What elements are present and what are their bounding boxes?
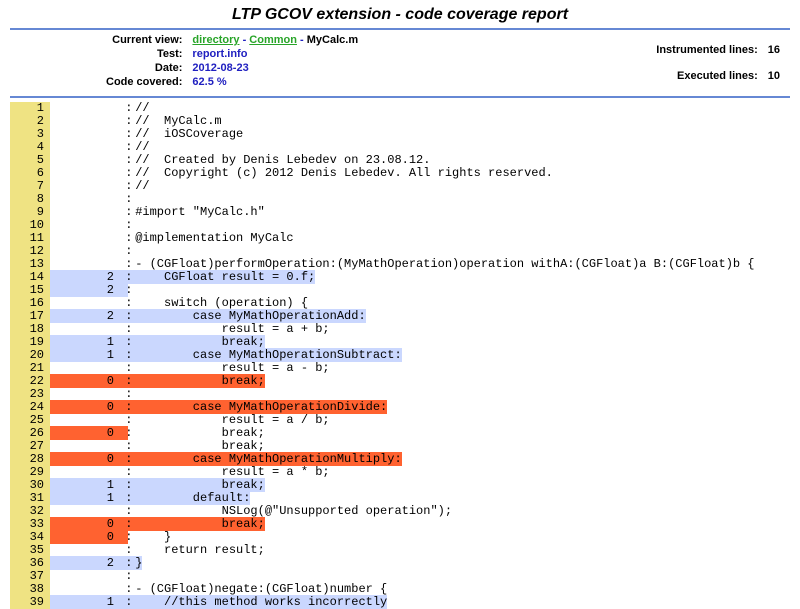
code-text xyxy=(128,244,135,258)
code-line: : // Copyright (c) 2012 Denis Lebedev. A… xyxy=(50,167,800,180)
code-text: NSLog(@"Unsupported operation"); xyxy=(128,504,452,518)
divider-bottom xyxy=(10,96,790,98)
code-text: CGFloat result = 0.f; xyxy=(128,270,315,284)
code-text: result = a + b; xyxy=(128,322,330,336)
code-text: break; xyxy=(128,439,265,453)
code-text xyxy=(128,218,135,232)
hit-count: 0 xyxy=(50,531,118,544)
hit-count: 0 xyxy=(50,453,118,466)
value-instrumented: 16 xyxy=(764,38,784,62)
label-test: Test: xyxy=(102,48,186,60)
breadcrumb-common[interactable]: Common xyxy=(249,34,297,46)
code-text: // Created by Denis Lebedev on 23.08.12. xyxy=(128,153,430,167)
header-left: Current view: directory - Common - MyCal… xyxy=(100,32,364,90)
line-number: 36 xyxy=(14,557,44,570)
value-test: report.info xyxy=(188,48,362,60)
code-line: : // xyxy=(50,180,800,193)
code-text: - (CGFloat)performOperation:(MyMathOpera… xyxy=(128,257,755,271)
code-line: : return result; xyxy=(50,544,800,557)
code-text: break; xyxy=(128,374,265,388)
code-text: result = a * b; xyxy=(128,465,330,479)
code-text xyxy=(128,283,135,297)
label-executed: Executed lines: xyxy=(652,64,761,88)
code-text: // xyxy=(128,101,150,115)
line-number: 39 xyxy=(14,596,44,609)
label-instrumented: Instrumented lines: xyxy=(652,38,761,62)
code-text xyxy=(128,192,135,206)
code-text: } xyxy=(128,556,142,570)
code-line: : // iOSCoverage xyxy=(50,128,800,141)
code-text: break; xyxy=(128,426,265,440)
code-text: result = a - b; xyxy=(128,361,330,375)
hit-count: 0 xyxy=(50,401,118,414)
hit-count: 0 xyxy=(50,427,118,440)
source-code: 1234567891011121314151617181920212223242… xyxy=(0,102,800,609)
hit-count: 1 xyxy=(50,596,118,609)
hit-count: 2 xyxy=(50,557,118,570)
line-number: 32 xyxy=(14,505,44,518)
code-text: return result; xyxy=(128,543,265,557)
line-number: 37 xyxy=(14,570,44,583)
breadcrumb: directory - Common - MyCalc.m xyxy=(188,34,362,46)
header-right: Instrumented lines: 16 Executed lines: 1… xyxy=(650,32,786,90)
code-line: 2 : } xyxy=(50,557,800,570)
code-text: case MyMathOperationSubtract: xyxy=(128,348,402,362)
line-gutter: 1234567891011121314151617181920212223242… xyxy=(10,102,50,609)
hit-count: 2 xyxy=(50,284,118,297)
code-text: case MyMathOperationDivide: xyxy=(128,400,387,414)
value-executed: 10 xyxy=(764,64,784,88)
code-text: default: xyxy=(128,491,250,505)
label-current-view: Current view: xyxy=(102,34,186,46)
line-number: 33 xyxy=(14,518,44,531)
code-text: switch (operation) { xyxy=(128,296,308,310)
code-text: //this method works incorrectly xyxy=(128,595,387,609)
hit-count: 1 xyxy=(50,349,118,362)
code-text xyxy=(128,387,135,401)
hit-count: 2 xyxy=(50,310,118,323)
code-text: result = a / b; xyxy=(128,413,330,427)
code-text: // iOSCoverage xyxy=(128,127,243,141)
label-date: Date: xyxy=(102,62,186,74)
breadcrumb-current: MyCalc.m xyxy=(307,34,358,46)
label-coverage: Code covered: xyxy=(102,76,186,88)
value-date: 2012-08-23 xyxy=(188,62,362,74)
code-line: : #import "MyCalc.h" xyxy=(50,206,800,219)
code-text: @implementation MyCalc xyxy=(128,231,294,245)
code-text: break; xyxy=(128,478,265,492)
code-text: // MyCalc.m xyxy=(128,114,222,128)
code-text: case MyMathOperationMultiply: xyxy=(128,452,402,466)
line-number: 38 xyxy=(14,583,44,596)
line-number: 35 xyxy=(14,544,44,557)
breadcrumb-directory[interactable]: directory xyxy=(192,34,239,46)
value-coverage: 62.5 % xyxy=(188,76,362,88)
code-text: // xyxy=(128,179,150,193)
code-text: break; xyxy=(128,335,265,349)
code-text: } xyxy=(128,530,171,544)
code-line: 1 : //this method works incorrectly xyxy=(50,596,800,609)
header: Current view: directory - Common - MyCal… xyxy=(0,30,800,94)
code-line: 0 : break; xyxy=(50,375,800,388)
code-text xyxy=(128,569,135,583)
code-text: #import "MyCalc.h" xyxy=(128,205,265,219)
code-text: - (CGFloat)negate:(CGFloat)number { xyxy=(128,582,387,596)
hit-count: 0 xyxy=(50,375,118,388)
hit-count: 1 xyxy=(50,492,118,505)
page-title: LTP GCOV extension - code coverage repor… xyxy=(0,0,800,28)
line-number: 34 xyxy=(14,531,44,544)
source-lines: : // : // MyCalc.m : // iOSCoverage : //… xyxy=(50,102,800,609)
code-line: 2 : CGFloat result = 0.f; xyxy=(50,271,800,284)
code-text: break; xyxy=(128,517,265,531)
code-text: case MyMathOperationAdd: xyxy=(128,309,366,323)
code-line: : @implementation MyCalc xyxy=(50,232,800,245)
code-text: // xyxy=(128,140,150,154)
code-text: // Copyright (c) 2012 Denis Lebedev. All… xyxy=(128,166,553,180)
